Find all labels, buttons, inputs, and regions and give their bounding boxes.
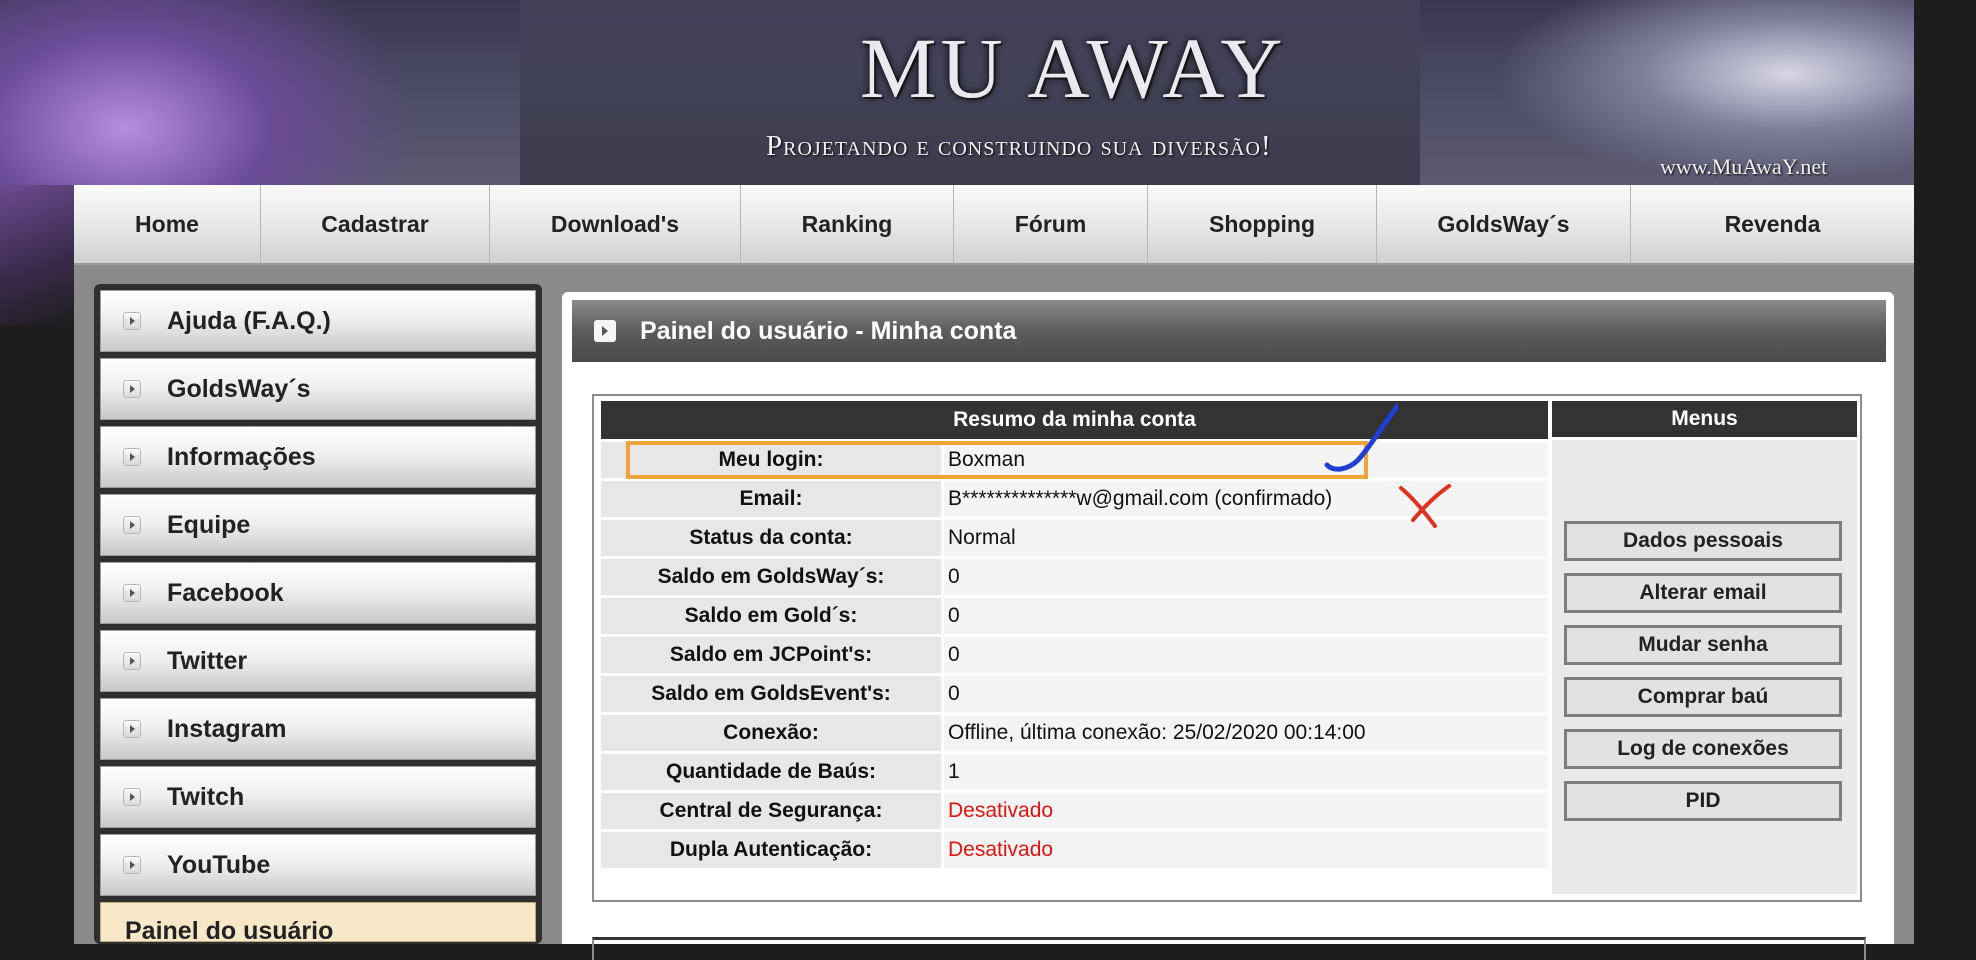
arrow-right-icon bbox=[123, 380, 141, 398]
sidebar-item-label: Twitch bbox=[167, 782, 245, 811]
email-value: B**************w@gmail.com (confirmado) bbox=[944, 481, 1548, 517]
sidebar-item-label: GoldsWay´s bbox=[167, 374, 311, 403]
sidebar-item-twitter[interactable]: Twitter bbox=[100, 630, 536, 692]
nav-ranking[interactable]: Ranking bbox=[741, 185, 954, 263]
row-label: Status da conta: bbox=[601, 520, 941, 556]
sidebar-user-panel-header: Painel do usuário bbox=[100, 902, 536, 942]
account-status-value: Normal bbox=[944, 520, 1548, 556]
sidebar-item-goldsways[interactable]: GoldsWay´s bbox=[100, 358, 536, 420]
jcpoints-balance-value: 0 bbox=[944, 637, 1548, 673]
sidebar-item-ajuda[interactable]: Ajuda (F.A.Q.) bbox=[100, 290, 536, 352]
row-label: Dupla Autenticação: bbox=[601, 832, 941, 868]
checkmark-icon bbox=[1324, 402, 1398, 472]
sidebar-item-label: YouTube bbox=[167, 850, 271, 879]
summary-header: Resumo da minha conta bbox=[601, 401, 1548, 439]
panel-header: Painel do usuário - Minha conta bbox=[572, 300, 1886, 362]
table-row: Saldo em JCPoint's: 0 bbox=[601, 637, 1548, 673]
nav-goldsways[interactable]: GoldsWay´s bbox=[1377, 185, 1631, 263]
site-logo[interactable]: MU AWAY bbox=[860, 18, 1287, 118]
row-label: Conexão: bbox=[601, 715, 941, 751]
banner-art-left bbox=[0, 0, 420, 185]
arrow-right-icon bbox=[594, 320, 616, 342]
arrow-right-icon bbox=[123, 788, 141, 806]
row-label: Saldo em Gold´s: bbox=[601, 598, 941, 634]
menus-list: Dados pessoais Alterar email Mudar senha… bbox=[1552, 440, 1857, 894]
sidebar-item-informacoes[interactable]: Informações bbox=[100, 426, 536, 488]
table-row: Saldo em GoldsEvent's: 0 bbox=[601, 676, 1548, 712]
x-mark-icon bbox=[1399, 484, 1451, 528]
row-label: Central de Segurança: bbox=[601, 793, 941, 829]
arrow-right-icon bbox=[123, 448, 141, 466]
site-slogan: Projetando e construindo sua diversão! bbox=[766, 130, 1272, 162]
sidebar-item-twitch[interactable]: Twitch bbox=[100, 766, 536, 828]
golds-balance-value: 0 bbox=[944, 598, 1548, 634]
nav-shopping[interactable]: Shopping bbox=[1148, 185, 1377, 263]
nav-cadastrar[interactable]: Cadastrar bbox=[261, 185, 490, 263]
connection-value: Offline, última conexão: 25/02/2020 00:1… bbox=[944, 715, 1548, 751]
row-label: Email: bbox=[601, 481, 941, 517]
change-email-button[interactable]: Alterar email bbox=[1564, 573, 1842, 613]
sidebar-item-equipe[interactable]: Equipe bbox=[100, 494, 536, 556]
goldsevent-balance-value: 0 bbox=[944, 676, 1548, 712]
site-banner: MU AWAY Projetando e construindo sua div… bbox=[0, 0, 1914, 185]
nav-downloads[interactable]: Download's bbox=[490, 185, 741, 263]
two-factor-value: Desativado bbox=[944, 832, 1548, 868]
connection-log-button[interactable]: Log de conexões bbox=[1564, 729, 1842, 769]
table-row: Conexão: Offline, última conexão: 25/02/… bbox=[601, 715, 1548, 751]
arrow-right-icon bbox=[123, 720, 141, 738]
sidebar-item-facebook[interactable]: Facebook bbox=[100, 562, 536, 624]
background-art bbox=[0, 185, 76, 325]
nav-revenda[interactable]: Revenda bbox=[1631, 185, 1914, 263]
nav-home[interactable]: Home bbox=[74, 185, 261, 263]
sidebar-item-instagram[interactable]: Instagram bbox=[100, 698, 536, 760]
table-row: Quantidade de Baús: 1 bbox=[601, 754, 1548, 790]
chest-count-value: 1 bbox=[944, 754, 1548, 790]
row-label: Saldo em GoldsEvent's: bbox=[601, 676, 941, 712]
site-url: www.MuAwaY.net bbox=[1660, 154, 1828, 179]
login-highlight-annotation bbox=[626, 441, 1368, 479]
page-title: Painel do usuário - Minha conta bbox=[640, 316, 1017, 345]
row-label: Saldo em JCPoint's: bbox=[601, 637, 941, 673]
security-center-value: Desativado bbox=[944, 793, 1548, 829]
sidebar-item-label: Facebook bbox=[167, 578, 284, 607]
sidebar-item-label: Informações bbox=[167, 442, 316, 471]
pid-button[interactable]: PID bbox=[1564, 781, 1842, 821]
personal-data-button[interactable]: Dados pessoais bbox=[1564, 521, 1842, 561]
next-section-box bbox=[592, 937, 1866, 960]
table-row: Saldo em GoldsWay´s: 0 bbox=[601, 559, 1548, 595]
nav-forum[interactable]: Fórum bbox=[954, 185, 1148, 263]
menus-header: Menus bbox=[1552, 401, 1857, 437]
top-navigation: Home Cadastrar Download's Ranking Fórum … bbox=[74, 185, 1914, 265]
row-label: Quantidade de Baús: bbox=[601, 754, 941, 790]
arrow-right-icon bbox=[123, 516, 141, 534]
arrow-right-icon bbox=[123, 312, 141, 330]
arrow-right-icon bbox=[123, 856, 141, 874]
sidebar: Ajuda (F.A.Q.) GoldsWay´s Informações Eq… bbox=[94, 284, 542, 944]
goldsways-balance-value: 0 bbox=[944, 559, 1548, 595]
sidebar-item-label: Twitter bbox=[167, 646, 248, 675]
table-row: Saldo em Gold´s: 0 bbox=[601, 598, 1548, 634]
table-row: Dupla Autenticação: Desativado bbox=[601, 832, 1548, 868]
sidebar-item-label: Ajuda (F.A.Q.) bbox=[167, 306, 331, 335]
main-panel: Painel do usuário - Minha conta Resumo d… bbox=[562, 292, 1894, 960]
arrow-right-icon bbox=[123, 652, 141, 670]
table-row: Central de Segurança: Desativado bbox=[601, 793, 1548, 829]
buy-chest-button[interactable]: Comprar baú bbox=[1564, 677, 1842, 717]
sidebar-item-youtube[interactable]: YouTube bbox=[100, 834, 536, 896]
menus-column: Menus Dados pessoais Alterar email Mudar… bbox=[1552, 398, 1857, 898]
sidebar-item-label: Equipe bbox=[167, 510, 251, 539]
row-label: Saldo em GoldsWay´s: bbox=[601, 559, 941, 595]
arrow-right-icon bbox=[123, 584, 141, 602]
change-password-button[interactable]: Mudar senha bbox=[1564, 625, 1842, 665]
sidebar-item-label: Instagram bbox=[167, 714, 287, 743]
